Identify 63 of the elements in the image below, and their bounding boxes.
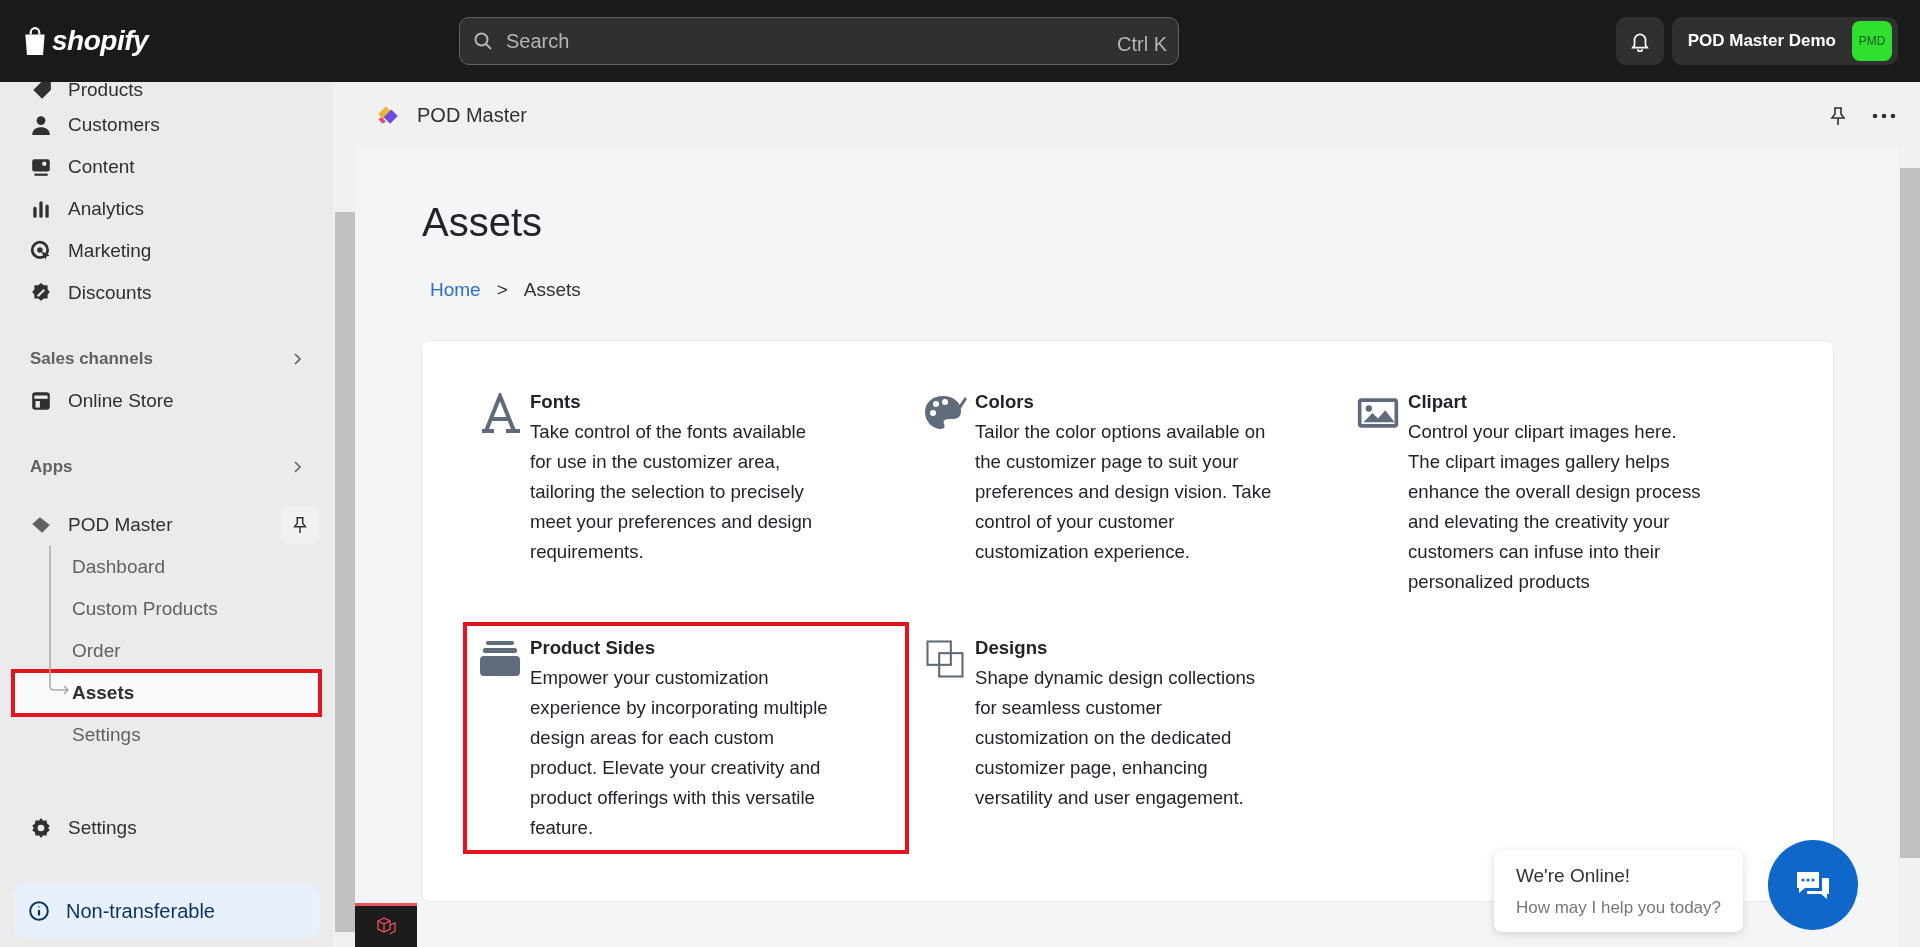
asset-tile[interactable]: Product Sides Empower your customization experience by incorporating multiple design areas for each custom product. Elevate your creativity and product offerings with this versatile feature. (466, 624, 906, 851)
chevron-right-icon (293, 352, 303, 366)
person-icon (30, 114, 52, 136)
framework-logo-icon (355, 903, 417, 947)
info-icon (28, 900, 50, 922)
sidebar-scrollbar[interactable] (333, 82, 355, 947)
app-title: POD Master (417, 103, 528, 128)
tile-title: Colors (975, 389, 1035, 414)
bar-chart-icon (30, 198, 52, 220)
tile-description: Take control of the fonts available for use in the customizer area, tailoring the selection to precisely meet your preferences and design requirements. (530, 419, 814, 564)
more-dots-icon (1872, 112, 1896, 119)
sidebar-item[interactable]: Online Store (14, 380, 319, 422)
notice-text: Non-transferable (66, 899, 215, 924)
shortcut-hint: Ctrl K (1117, 32, 1167, 57)
sidebar-item[interactable]: Settings (14, 807, 319, 849)
store-menu-button[interactable]: POD Master Demo PMD (1671, 17, 1898, 65)
overlapping-squares-icon (923, 638, 967, 679)
stacked-layers-icon (478, 638, 522, 679)
chat-title: We're Online! (1515, 864, 1632, 888)
breadcrumb-item: > (496, 278, 508, 302)
sidebar-subitem[interactable]: Order (14, 630, 319, 672)
tile-title: Designs (975, 635, 1049, 660)
sidebar-item[interactable]: Content (14, 146, 319, 188)
section-title: Sales channels (30, 348, 153, 371)
pin-icon (291, 516, 309, 534)
gear-icon (30, 817, 52, 839)
sidebar-item[interactable]: Marketing (14, 230, 319, 272)
storefront-icon (30, 390, 52, 412)
tile-description: Shape dynamic design collections for seamless customer customization on the dedicated customizer page, enhancing versatility and user engagement. (975, 665, 1257, 810)
store-avatar: PMD (1852, 21, 1892, 61)
page-scrollbar[interactable] (1898, 148, 1920, 947)
sidebar-item[interactable]: Discounts (14, 272, 319, 314)
image-monitor-icon (30, 156, 52, 178)
tile-description: Control your clipart images here. The clipart images gallery helps enhance the overall design process and elevating the creativity your customers can infuse into their personalized products (1408, 419, 1702, 594)
chat-subtitle: How may I help you today? (1515, 896, 1721, 919)
logo-text[interactable]: shopify (52, 20, 149, 62)
tile-title: Fonts (530, 389, 582, 414)
pin-button[interactable] (281, 506, 319, 544)
tile-title: Clipart (1408, 389, 1468, 414)
asset-tile[interactable]: Designs Shape dynamic design collections for seamless customer customization on the dedicated customizer page, enhancing versatility and user engagement. (911, 624, 1351, 821)
sidebar-subitem[interactable]: Dashboard (14, 546, 319, 588)
pin-icon (1828, 105, 1848, 126)
sidebar-subitem[interactable]: Assets (14, 672, 319, 714)
target-cursor-icon (30, 240, 52, 262)
search-icon (473, 31, 493, 51)
chevron-right-icon (293, 460, 303, 474)
tile-description: Tailor the color options available on the customizer page to suit your preferences and design vision. Take control of your customer customization experience. (975, 419, 1273, 564)
section-title: Apps (30, 456, 73, 479)
sidebar-subitem[interactable]: Custom Products (14, 588, 319, 630)
sidebar-item[interactable]: Products (14, 82, 319, 104)
sidebar-item[interactable]: Customers (14, 104, 319, 146)
sidebar-subitem[interactable]: Settings (14, 714, 319, 756)
tile-description: Empower your customization experience by incorporating multiple design areas for each custom product. Elevate your creativity and product offerings with this versatile feature. (530, 665, 829, 840)
sidebar-item[interactable]: POD Master (14, 504, 281, 546)
notifications-button[interactable] (1615, 17, 1664, 65)
tile-title: Product Sides (530, 635, 657, 660)
shopping-bag-icon (22, 26, 48, 56)
breadcrumb-link[interactable]: Home (430, 276, 481, 305)
asset-tile[interactable]: Fonts Take control of the fonts available for use in the customizer area, tailoring the selection to precisely meet your preferences and design requirements. (466, 378, 906, 575)
breadcrumb-item: Assets (523, 278, 581, 302)
sidebar-item[interactable]: Analytics (14, 188, 319, 230)
page-title: Assets (422, 199, 544, 246)
chat-bubble[interactable]: We're Online! How may I help you today? (1493, 850, 1743, 932)
